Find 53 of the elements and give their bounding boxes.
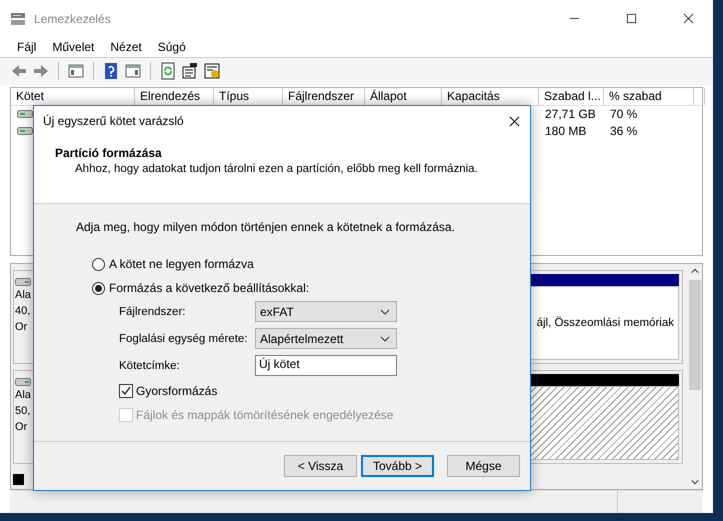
dropdown[interactable]: Alapértelmezett: [255, 328, 397, 349]
table-cell-text: 27,71 GB: [544, 107, 597, 122]
field-label: Foglalási egység mérete:: [119, 332, 248, 344]
radio-option[interactable]: A kötet ne legyen formázva: [92, 257, 254, 271]
disk-info-text: 40,: [15, 304, 30, 320]
checkmark-icon: [120, 385, 132, 397]
menu-item[interactable]: Művelet: [44, 40, 102, 54]
settings-icon[interactable]: [203, 62, 221, 80]
drive-icon: [17, 126, 33, 136]
scroll-up-icon[interactable]: [690, 268, 698, 274]
disk-info-text: 50,: [15, 404, 30, 420]
disk-info-text: Ala: [15, 388, 31, 404]
instruction-text: Adja meg, hogy milyen módon történjen ennek a kötetnek a formázása.: [76, 220, 456, 234]
field-label: Fájlrendszer:: [119, 306, 186, 318]
table-cell-text: 36 %: [609, 124, 638, 138]
dropdown[interactable]: exFAT: [255, 301, 397, 322]
checkbox-option[interactable]: Gyorsformázás: [119, 384, 218, 398]
column-header[interactable]: Szabad l...: [539, 88, 604, 105]
disk-icon: [10, 10, 26, 27]
window-title: Lemezkezelés: [34, 12, 111, 26]
drive-icon: [15, 277, 31, 288]
dialog-button[interactable]: Mégse: [447, 455, 520, 477]
dialog-title: Új egyszerű kötet varázsló: [43, 114, 184, 128]
table-cell-text: 180 MB: [544, 124, 588, 138]
maximize-icon[interactable]: [626, 13, 637, 24]
input-field[interactable]: Új kötet: [255, 355, 397, 376]
close-icon[interactable]: [683, 13, 694, 24]
menu-item[interactable]: Fájl: [9, 40, 44, 54]
table-cell-text: 70 %: [609, 107, 638, 122]
pane-icon[interactable]: [67, 62, 85, 80]
field-label: Kötetcímke:: [119, 360, 181, 372]
disk-info-text: Or: [15, 320, 28, 336]
drive-icon: [17, 109, 33, 120]
radio-option[interactable]: Formázás a következő beállításokkal:: [92, 281, 310, 295]
page-heading: Partíció formázása: [55, 146, 163, 160]
dialog-button[interactable]: < Vissza: [284, 455, 357, 477]
partition-info-text: ájl, Összeomlási memóriak: [536, 317, 674, 330]
disk-info-text: Or: [15, 420, 28, 436]
chevron-icon: [380, 308, 390, 314]
page-description: Ahhoz, hogy adatokat tudjon tárolni ezen a partíción, előbb meg kell formáznia.: [74, 163, 479, 175]
properties-icon[interactable]: [181, 62, 199, 80]
help-icon[interactable]: [102, 62, 120, 80]
drive-icon: [15, 377, 31, 388]
pane-icon[interactable]: [124, 62, 142, 80]
scroll-down-icon[interactable]: [690, 479, 698, 486]
disk-info-text: Ala: [15, 288, 31, 304]
refresh-icon[interactable]: [159, 62, 177, 80]
chevron-icon: [380, 336, 390, 342]
column-header[interactable]: % szabad: [604, 88, 694, 105]
close-icon[interactable]: [509, 116, 520, 126]
menu-item[interactable]: Nézet: [102, 40, 150, 54]
menu-item[interactable]: Súgó: [150, 40, 194, 54]
dialog-button[interactable]: Tovább >: [361, 455, 434, 477]
